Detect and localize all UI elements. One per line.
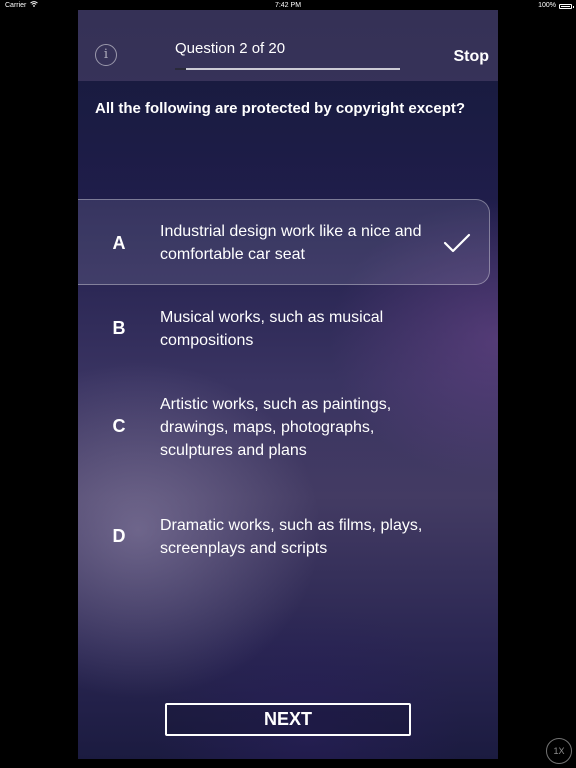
question-progress-label: Question 2 of 20	[175, 40, 286, 57]
question-progress-bar	[175, 68, 400, 70]
quiz-screen: i Question 2 of 20 Stop All the followin…	[78, 10, 498, 759]
battery-icon	[559, 3, 574, 9]
option-letter: B	[112, 318, 126, 338]
playback-speed-button[interactable]: 1X	[546, 738, 572, 764]
option-text: Industrial design work like a nice and c…	[160, 223, 422, 263]
answer-option-d[interactable]: D Dramatic works, such as films, plays, …	[78, 504, 490, 584]
quiz-header: i Question 2 of 20 Stop	[78, 10, 498, 81]
option-text: Musical works, such as musical compositi…	[160, 309, 384, 349]
question-text: All the following are protected by copyr…	[95, 100, 466, 117]
question-progress-fill	[175, 68, 187, 70]
battery-status: 100%	[538, 0, 574, 12]
battery-fill	[561, 5, 570, 7]
answer-option-b[interactable]: B Musical works, such as musical composi…	[78, 296, 490, 376]
option-letter: A	[112, 233, 126, 253]
info-icon[interactable]: i	[95, 44, 117, 66]
answer-option-a[interactable]: A Industrial design work like a nice and…	[78, 199, 490, 285]
battery-percent: 100%	[538, 2, 556, 9]
option-text: Dramatic works, such as films, plays, sc…	[160, 517, 423, 557]
next-button[interactable]: NEXT	[165, 703, 411, 736]
stop-button[interactable]: Stop	[453, 48, 489, 66]
option-text: Artistic works, such as paintings, drawi…	[160, 396, 392, 459]
option-letter: C	[112, 416, 126, 436]
option-letter: D	[112, 526, 126, 546]
answer-option-c[interactable]: C Artistic works, such as paintings, dra…	[78, 382, 490, 482]
checkmark-icon	[443, 233, 471, 253]
